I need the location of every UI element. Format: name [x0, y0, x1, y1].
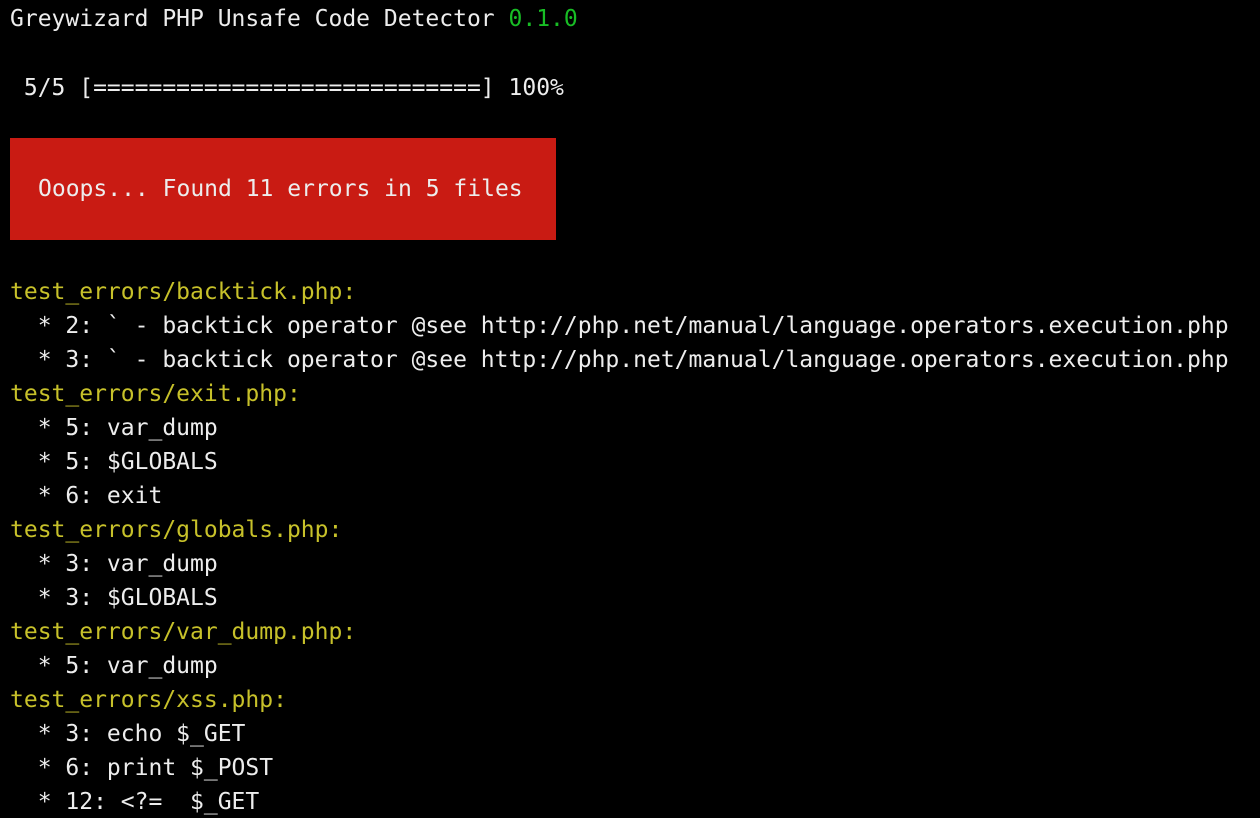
error-entry: * 2: ` - backtick operator @see http://p… — [10, 313, 1229, 339]
error-entry: * 5: var_dump — [10, 653, 218, 679]
error-entry: * 6: print $_POST — [10, 755, 274, 781]
file-heading: test_errors/globals.php: — [10, 517, 343, 543]
app-title: Greywizard PHP Unsafe Code Detector — [10, 6, 509, 32]
error-entry: * 3: $GLOBALS — [10, 585, 218, 611]
file-heading: test_errors/backtick.php: — [10, 279, 357, 305]
file-heading: test_errors/xss.php: — [10, 687, 287, 713]
error-entry: * 5: var_dump — [10, 415, 218, 441]
error-entry: * 3: ` - backtick operator @see http://p… — [10, 347, 1229, 373]
terminal-window[interactable]: Greywizard PHP Unsafe Code Detector 0.1.… — [0, 0, 1260, 818]
error-summary-text: Ooops... Found 11 errors in 5 files — [38, 176, 523, 202]
error-summary-banner: Ooops... Found 11 errors in 5 files — [10, 138, 556, 240]
error-entry: * 12: <?= $_GET — [10, 789, 260, 815]
header-line: Greywizard PHP Unsafe Code Detector 0.1.… — [10, 2, 578, 36]
file-heading: test_errors/exit.php: — [10, 381, 301, 407]
app-version: 0.1.0 — [508, 6, 578, 32]
progress-bar-text: 5/5 [============================] 100% — [10, 75, 564, 101]
error-entry: * 3: echo $_GET — [10, 721, 246, 747]
file-heading: test_errors/var_dump.php: — [10, 619, 357, 645]
error-entry: * 3: var_dump — [10, 551, 218, 577]
error-entry: * 5: $GLOBALS — [10, 449, 218, 475]
error-entry: * 6: exit — [10, 483, 163, 509]
